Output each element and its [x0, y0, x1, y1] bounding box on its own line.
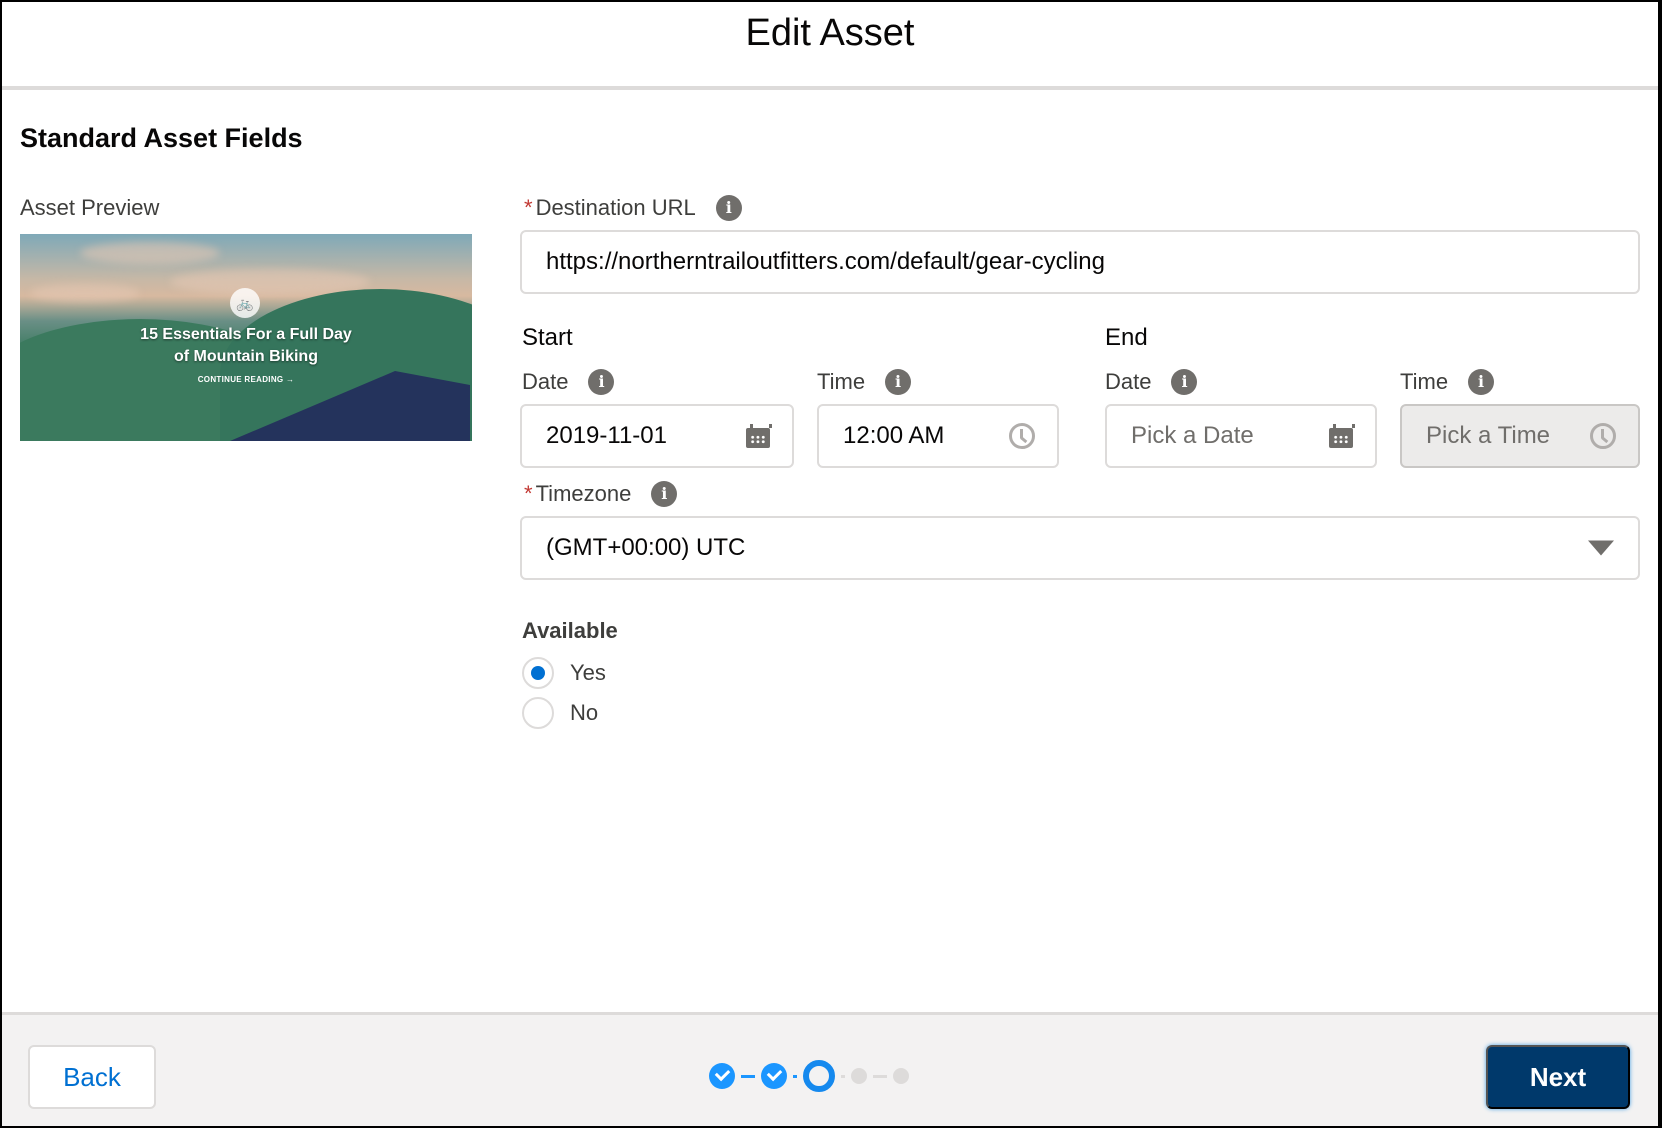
- end-time-input[interactable]: Pick a Time: [1400, 404, 1640, 468]
- info-icon[interactable]: i: [588, 369, 615, 395]
- edit-asset-modal: Edit Asset Standard Asset Fields Asset P…: [2, 2, 1658, 1126]
- info-icon[interactable]: i: [715, 195, 742, 221]
- radio-button-unchecked[interactable]: [522, 697, 554, 729]
- preview-headline-line: of Mountain Biking: [174, 348, 318, 365]
- end-time-label-text: Time: [1400, 369, 1449, 394]
- available-label: Available: [522, 618, 618, 643]
- available-option-no[interactable]: No: [522, 697, 598, 729]
- progress-connector: [841, 1074, 845, 1078]
- calendar-icon[interactable]: [746, 424, 772, 448]
- start-date-label-text: Date: [522, 369, 569, 394]
- bicycle-icon: 🚲: [230, 288, 260, 318]
- start-time-value: 12:00 AM: [843, 422, 945, 449]
- cloud-shape: [80, 242, 220, 264]
- required-marker: *: [524, 481, 533, 506]
- progress-connector: [873, 1074, 887, 1078]
- step-completed-icon[interactable]: [761, 1063, 787, 1089]
- step-incomplete-icon: [851, 1068, 867, 1084]
- timezone-selected-value: (GMT+00:00) UTC: [546, 534, 746, 561]
- info-icon[interactable]: i: [651, 481, 678, 507]
- start-date-label: Date i: [522, 369, 615, 395]
- info-icon[interactable]: i: [885, 369, 912, 395]
- end-date-label: Date i: [1105, 369, 1198, 395]
- asset-preview-label: Asset Preview: [20, 195, 160, 220]
- timezone-label-text: Timezone: [535, 481, 632, 506]
- start-date-value: 2019-11-01: [546, 422, 667, 449]
- step-current-icon[interactable]: [803, 1060, 835, 1092]
- info-icon[interactable]: i: [1171, 369, 1198, 395]
- timezone-select[interactable]: (GMT+00:00) UTC: [520, 516, 1640, 580]
- preview-headline: 15 Essentials For a Full Day of Mountain…: [20, 324, 472, 368]
- destination-url-value: https://northerntrailoutfitters.com/defa…: [546, 248, 1105, 275]
- end-group-label: End: [1105, 324, 1148, 351]
- end-time-placeholder: Pick a Time: [1426, 422, 1551, 449]
- start-time-label-text: Time: [817, 369, 866, 394]
- required-marker: *: [524, 195, 533, 220]
- timezone-label: * Timezone i: [524, 481, 678, 507]
- cloud-shape: [30, 284, 140, 302]
- start-date-input[interactable]: 2019-11-01: [520, 404, 794, 468]
- end-date-label-text: Date: [1105, 369, 1152, 394]
- step-incomplete-icon: [893, 1068, 909, 1084]
- progress-connector: [793, 1074, 797, 1078]
- continue-reading-link: CONTINUE READING →: [197, 375, 295, 384]
- destination-url-label: * Destination URL i: [524, 195, 742, 221]
- modal-footer: Back Next: [2, 1012, 1658, 1126]
- destination-url-input[interactable]: https://northerntrailoutfitters.com/defa…: [520, 230, 1640, 294]
- clock-icon[interactable]: [1009, 423, 1035, 449]
- next-button[interactable]: Next: [1486, 1045, 1630, 1109]
- chevron-down-icon[interactable]: [1588, 540, 1614, 556]
- start-group-label: Start: [522, 324, 573, 351]
- info-icon[interactable]: i: [1468, 369, 1495, 395]
- progress-indicator: [709, 1058, 909, 1094]
- step-completed-icon[interactable]: [709, 1063, 735, 1089]
- section-title: Standard Asset Fields: [20, 123, 303, 153]
- end-time-label: Time i: [1400, 369, 1495, 395]
- clock-icon: [1590, 423, 1616, 449]
- progress-connector: [741, 1074, 755, 1078]
- start-time-label: Time i: [817, 369, 912, 395]
- end-date-placeholder: Pick a Date: [1131, 422, 1254, 449]
- radio-label: Yes: [570, 660, 606, 685]
- preview-headline-line: 15 Essentials For a Full Day: [140, 326, 352, 343]
- start-time-input[interactable]: 12:00 AM: [817, 404, 1059, 468]
- end-date-input[interactable]: Pick a Date: [1105, 404, 1377, 468]
- back-button[interactable]: Back: [28, 1045, 156, 1109]
- asset-preview-image: 🚲 15 Essentials For a Full Day of Mounta…: [20, 234, 472, 441]
- calendar-icon[interactable]: [1329, 424, 1355, 448]
- destination-url-label-text: Destination URL: [535, 195, 696, 220]
- radio-button-checked[interactable]: [522, 657, 554, 689]
- modal-header: Edit Asset: [2, 2, 1658, 90]
- available-option-yes[interactable]: Yes: [522, 657, 606, 689]
- radio-label: No: [570, 700, 599, 725]
- modal-title: Edit Asset: [745, 12, 915, 54]
